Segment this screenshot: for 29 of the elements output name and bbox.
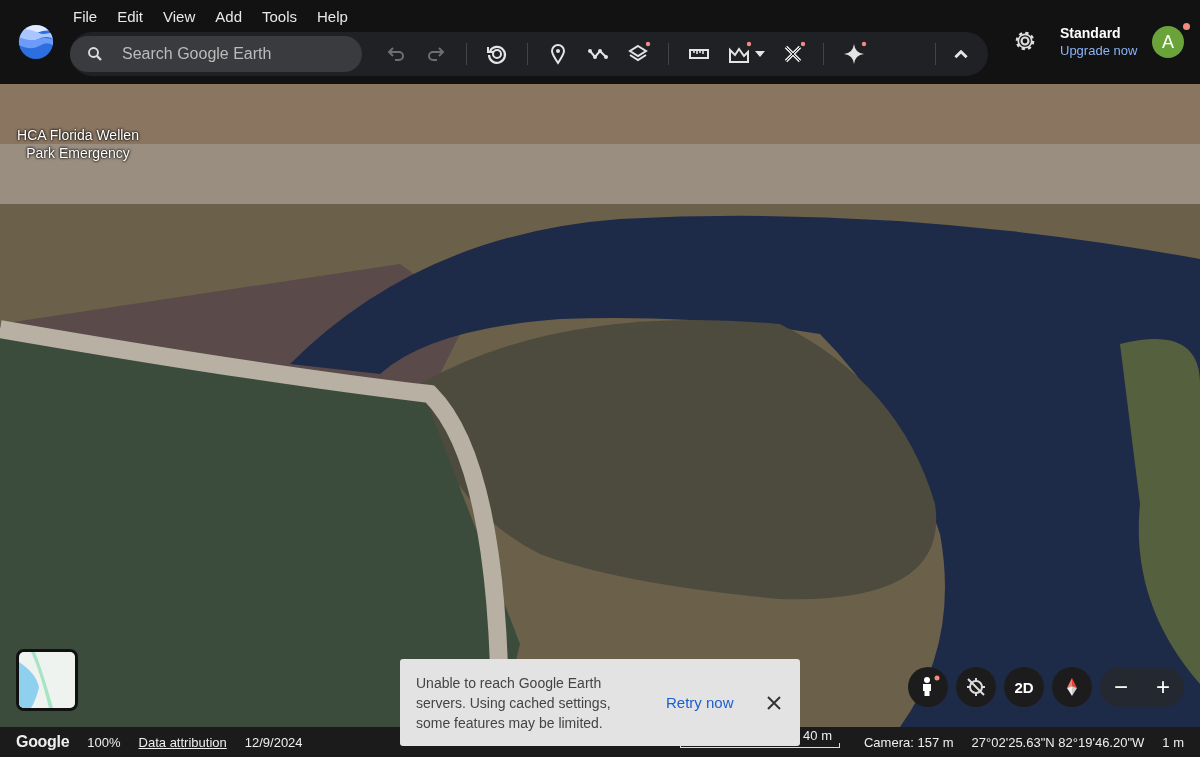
zoom-level: 100%	[87, 734, 121, 750]
zoom-in-button[interactable]: +	[1142, 667, 1184, 707]
minimap-drawing	[19, 652, 75, 708]
reset-tilt-icon	[964, 675, 988, 699]
menu-item[interactable]: Edit	[107, 7, 154, 25]
imagery-date: 12/9/2024	[244, 734, 303, 750]
plan-label: Standard	[1060, 25, 1122, 41]
data-attribution-link[interactable]: Data attribution	[138, 734, 227, 750]
search-icon	[86, 45, 104, 63]
search-field[interactable]: Search Google Earth	[70, 36, 362, 72]
retry-button[interactable]: Retry now	[656, 690, 744, 715]
camera-altitude: Camera: 157 m	[863, 734, 954, 750]
elevation: 1 m	[1162, 734, 1184, 750]
caret-icon	[755, 51, 765, 57]
upgrade-link[interactable]: Upgrade now	[1060, 43, 1140, 58]
minimap-thumbnail[interactable]	[16, 649, 78, 711]
chevron-up-icon	[954, 49, 968, 59]
menu-item[interactable]: View	[153, 7, 206, 25]
menu-item[interactable]: Help	[307, 7, 358, 25]
menu-item[interactable]: File	[63, 7, 108, 25]
pegman-button[interactable]	[908, 667, 948, 707]
scale-label: 40 m	[803, 728, 833, 743]
zoom-out-button[interactable]: −	[1100, 667, 1142, 707]
map-label: HCA Florida Wellen Park Emergency	[16, 126, 140, 162]
menu-item[interactable]: Add	[205, 7, 252, 25]
google-logo: Google	[16, 733, 70, 751]
toast-message: Unable to reach Google Earth servers. Using cached settings, some features may be limited.	[416, 673, 612, 733]
coordinates: 27°02'25.63"N 82°19'46.20"W	[971, 734, 1145, 750]
menu-item[interactable]: Tools	[252, 7, 307, 25]
